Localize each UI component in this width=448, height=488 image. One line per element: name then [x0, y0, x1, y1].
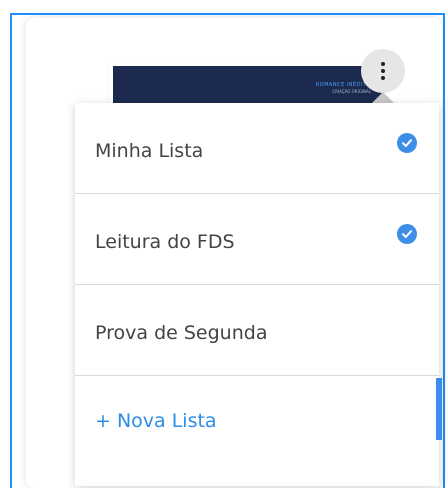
book-subtitle-text: CRIAÇÃO ORIGINAL	[332, 89, 371, 94]
scrollbar[interactable]	[436, 378, 442, 440]
list-dropdown: Minha Lista Leitura do FDS Prova de Segu…	[75, 103, 439, 486]
list-item-label: Leitura do FDS	[95, 231, 235, 253]
dropdown-arrow	[372, 92, 394, 103]
list-item-minha-lista[interactable]: Minha Lista	[75, 103, 439, 194]
list-item-label: Prova de Segunda	[95, 322, 268, 344]
check-circle-icon	[397, 133, 417, 153]
more-vertical-icon	[381, 62, 385, 80]
list-item-prova-de-segunda[interactable]: Prova de Segunda	[75, 285, 439, 376]
more-options-button[interactable]	[361, 49, 405, 93]
list-item-leitura-do-fds[interactable]: Leitura do FDS	[75, 194, 439, 285]
book-title-text: ROMANCE INÉDITO	[315, 82, 371, 88]
new-list-button[interactable]: + Nova Lista	[75, 376, 439, 466]
check-circle-icon	[397, 224, 417, 244]
new-list-label: + Nova Lista	[95, 410, 217, 432]
list-item-label: Minha Lista	[95, 140, 204, 162]
